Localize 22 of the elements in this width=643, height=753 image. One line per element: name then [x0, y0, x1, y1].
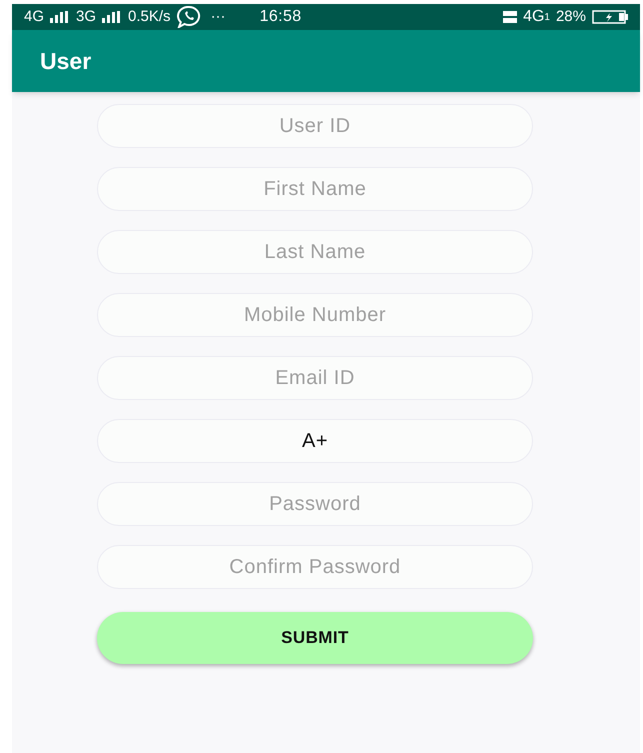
app-title: User: [40, 46, 92, 76]
battery-label: 28%: [556, 6, 586, 27]
input-field[interactable]: Password: [97, 482, 533, 526]
sim-label: 1: [544, 10, 550, 24]
submit-button[interactable]: SUBMIT: [97, 612, 533, 664]
time-label: 16:58: [260, 7, 302, 27]
network-label: 3G: [76, 6, 96, 27]
more-label: ···: [210, 6, 226, 27]
input-field[interactable]: A+: [97, 419, 533, 463]
network-label: 4G: [24, 6, 44, 27]
input-field[interactable]: Mobile Number: [97, 293, 533, 337]
speed-label: 0.5K/s: [128, 6, 171, 27]
signal-icon: [102, 11, 122, 23]
network-label: 4G: [523, 7, 544, 27]
input-field[interactable]: User ID: [97, 104, 533, 148]
input-field[interactable]: Email ID: [97, 356, 533, 400]
battery-icon: [592, 10, 628, 24]
input-field[interactable]: Confirm Password: [97, 545, 533, 589]
input-field[interactable]: Last Name: [97, 230, 533, 274]
signal-icon: [50, 11, 70, 23]
input-field[interactable]: First Name: [97, 167, 533, 211]
chat-icon: [176, 6, 201, 28]
